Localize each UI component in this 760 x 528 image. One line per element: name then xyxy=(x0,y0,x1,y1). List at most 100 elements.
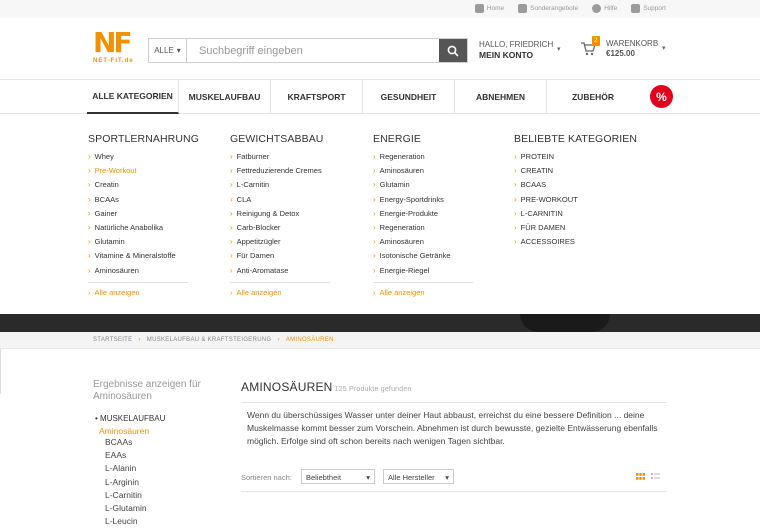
show-all-link[interactable]: Alle anzeigen xyxy=(230,288,330,297)
sidebar-subcategory[interactable]: L-Arginin xyxy=(105,476,233,489)
breadcrumb-home[interactable]: STARTSEITE xyxy=(93,337,132,343)
manufacturer-select[interactable]: Alle Hersteller ▾ xyxy=(383,469,454,484)
help-link[interactable]: Hilfe xyxy=(592,4,617,13)
nav-label: ALLE KATEGORIEN xyxy=(92,91,173,101)
menu-item[interactable]: Regeneration xyxy=(373,221,473,235)
menu-item[interactable]: Fatburner xyxy=(230,150,330,164)
home-link[interactable]: Home xyxy=(474,4,505,13)
search-category-select[interactable]: ALLE ▾ xyxy=(149,39,187,62)
menu-item[interactable]: PRE-WORKOUT xyxy=(514,193,637,207)
home-link-label: Home xyxy=(486,5,505,12)
sidebar-subcategory[interactable]: L-Leucin xyxy=(105,515,233,528)
grid-view-icon[interactable] xyxy=(636,473,645,480)
menu-item[interactable]: CREATIN xyxy=(514,164,637,178)
nav-label: MUSKELAUFBAU xyxy=(188,92,261,102)
menu-item[interactable]: Natürliche Anabolika xyxy=(88,221,199,235)
sidebar-subcategory[interactable]: L-Carnitin xyxy=(105,489,233,502)
sidebar-subcategory[interactable]: BCAAs xyxy=(105,436,233,449)
chevron-right-icon: › xyxy=(138,337,141,343)
account-label: MEIN KONTO xyxy=(479,50,534,60)
menu-item[interactable]: Reinigung & Detox xyxy=(230,207,330,221)
menu-item[interactable]: Regeneration xyxy=(373,150,473,164)
nav-gesundheit[interactable]: GESUNDHEIT xyxy=(363,80,455,114)
menu-item[interactable]: Für Damen xyxy=(230,249,330,263)
column-title: SPORTLERNAHRUNG xyxy=(88,133,199,145)
menu-item[interactable]: BCAAs xyxy=(88,193,199,207)
manufacturer-value: Alle Hersteller xyxy=(388,473,435,482)
show-all-link[interactable]: Alle anzeigen xyxy=(88,288,199,297)
menu-item[interactable]: PROTEIN xyxy=(514,150,637,164)
menu-item[interactable]: Glutamin xyxy=(373,178,473,192)
divider xyxy=(241,491,667,492)
offers-link[interactable]: Sonderangebote xyxy=(518,4,578,13)
sort-value: Beliebtheit xyxy=(306,473,342,482)
menu-item[interactable]: Energie-Produkte xyxy=(373,207,473,221)
help-link-label: Hilfe xyxy=(604,5,618,12)
sale-label: % xyxy=(656,89,667,104)
nav-kraftsport[interactable]: KRAFTSPORT xyxy=(271,80,363,114)
hero-image-strip xyxy=(0,314,760,332)
sidebar-subcategory[interactable]: L-Alanin xyxy=(105,462,233,475)
nav-muskelaufbau[interactable]: MUSKELAUFBAU xyxy=(179,80,271,114)
menu-item[interactable]: Vitamine & Mineralstoffe xyxy=(88,249,199,263)
menu-item[interactable]: Pre-Workout xyxy=(88,164,199,178)
support-link[interactable]: Support xyxy=(631,4,666,13)
nav-label: GESUNDHEIT xyxy=(380,92,437,102)
top-utility-bar: Home Sonderangebote Hilfe Support xyxy=(0,0,760,18)
menu-item[interactable]: Appetitzügler xyxy=(230,235,330,249)
site-header: NF NET-FIT.de ALLE▾ HALLO, FRIEDRICH MEI… xyxy=(0,18,760,80)
site-logo[interactable]: NF NET-FIT.de xyxy=(93,28,139,68)
main-navigation: ALLE KATEGORIEN MUSKELAUFBAU KRAFTSPORT … xyxy=(0,80,760,114)
menu-item[interactable]: Whey xyxy=(88,150,199,164)
menu-item[interactable]: Energie-Riegel xyxy=(373,264,473,278)
support-link-label: Support xyxy=(643,5,666,12)
caret-down-icon: ▾ xyxy=(366,473,370,482)
list-view-icon[interactable] xyxy=(651,473,660,480)
menu-item[interactable]: CLA xyxy=(230,193,330,207)
sidebar-title: Ergebnisse anzeigen für Aminosäuren xyxy=(93,379,201,402)
menu-item[interactable]: Glutamin xyxy=(88,235,199,249)
nav-all-categories[interactable]: ALLE KATEGORIEN xyxy=(87,80,179,114)
menu-item[interactable]: FÜR DAMEN xyxy=(514,221,637,235)
menu-item[interactable]: Carb-Blocker xyxy=(230,221,330,235)
menu-item[interactable]: Gainer xyxy=(88,207,199,221)
mail-icon xyxy=(631,4,641,13)
menu-item[interactable]: ACCESSOIRES xyxy=(514,235,637,249)
search-button[interactable] xyxy=(439,39,467,62)
mega-column-sportlernahrung: SPORTLERNAHRUNG Whey Pre-Workout Creatin… xyxy=(88,133,199,297)
category-description: Wenn du überschüssiges Wasser unter dein… xyxy=(247,410,658,446)
account-menu[interactable]: HALLO, FRIEDRICH MEIN KONTO ▾ xyxy=(479,40,561,61)
divider xyxy=(230,281,330,283)
breadcrumb-category[interactable]: MUSKELAUFBAU & KRAFTSTEIGERUNG xyxy=(147,337,272,343)
utility-links: Home Sonderangebote Hilfe Support xyxy=(474,4,666,13)
sidebar-subcategory[interactable]: EAAs xyxy=(105,449,233,462)
sidebar-subcategory[interactable]: L-Glutamin xyxy=(105,502,233,515)
menu-item[interactable]: L-Carnitin xyxy=(230,178,330,192)
menu-item[interactable]: Creatin xyxy=(88,178,199,192)
menu-item[interactable]: Isotonische Getränke xyxy=(373,249,473,263)
hero-shape xyxy=(520,314,610,332)
divider xyxy=(373,281,473,283)
chevron-down-icon: ▾ xyxy=(557,46,561,53)
nav-zubehoer[interactable]: ZUBEHÖR xyxy=(547,80,639,114)
sidebar-current-category[interactable]: Aminosäuren xyxy=(99,426,233,436)
nav-abnehmen[interactable]: ABNEHMEN xyxy=(455,80,547,114)
logo-mark: NF xyxy=(93,26,133,59)
menu-item[interactable]: Anti-Aromatase xyxy=(230,264,330,278)
search-input[interactable] xyxy=(187,39,439,62)
offers-link-label: Sonderangebote xyxy=(530,5,579,12)
sidebar-group[interactable]: • MUSKELAUFBAU xyxy=(95,414,233,423)
menu-item[interactable]: BCAAS xyxy=(514,178,637,192)
column-title: ENERGIE xyxy=(373,133,421,145)
menu-item[interactable]: Fettreduzierende Cremes xyxy=(230,164,330,178)
show-all-link[interactable]: Alle anzeigen xyxy=(373,288,473,297)
sort-select[interactable]: Beliebtheit ▾ xyxy=(301,469,375,484)
menu-item[interactable]: Aminosäuren xyxy=(88,264,199,278)
sort-label: Sortieren nach: xyxy=(241,473,292,482)
menu-item[interactable]: Aminosäuren xyxy=(373,235,473,249)
sale-button[interactable]: % xyxy=(650,85,673,108)
mega-column-energie: ENERGIE Regeneration Aminosäuren Glutami… xyxy=(373,133,473,297)
menu-item[interactable]: Aminosäuren xyxy=(373,164,473,178)
menu-item[interactable]: L-CARNITIN xyxy=(514,207,637,221)
menu-item[interactable]: Energy-Sportdrinks xyxy=(373,193,473,207)
